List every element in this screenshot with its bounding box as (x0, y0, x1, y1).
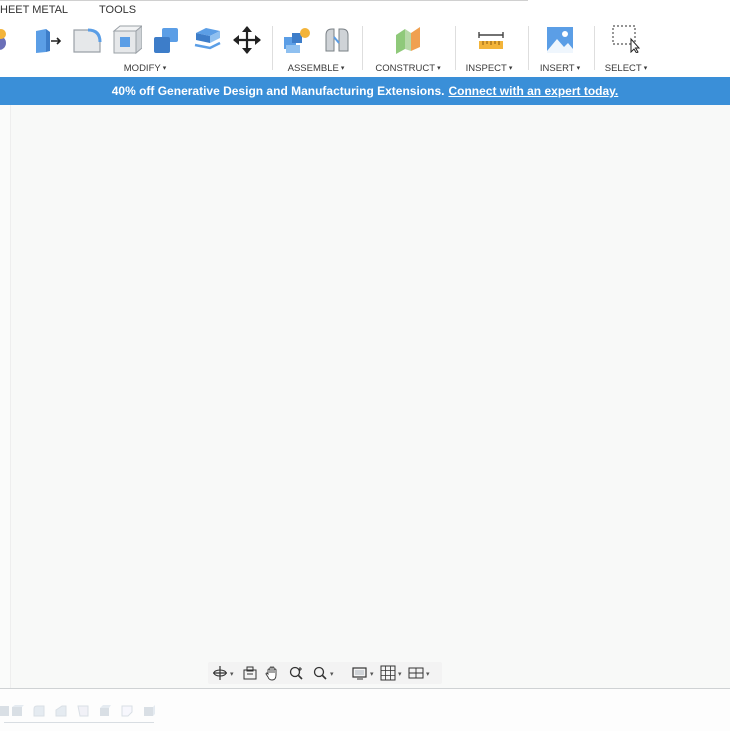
tab-tools[interactable]: TOOLS (99, 4, 136, 16)
timeline-go-to-end-icon[interactable] (76, 704, 90, 718)
insert-menu[interactable]: INSERT ▾ (540, 63, 580, 74)
timeline-step-back-icon[interactable] (10, 704, 24, 718)
timeline-feature-body-icon[interactable] (142, 704, 156, 718)
fillet-icon[interactable] (72, 25, 102, 55)
design-canvas[interactable] (0, 105, 730, 688)
ribbon-tabs: HEET METAL TOOLS (0, 0, 730, 20)
promo-text: 40% off Generative Design and Manufactur… (111, 84, 445, 98)
combine-icon[interactable] (152, 25, 182, 55)
timeline-play-icon[interactable] (32, 704, 46, 718)
window-select-icon[interactable] (610, 23, 640, 53)
joint-icon[interactable] (322, 25, 352, 55)
promo-banner: 40% off Generative Design and Manufactur… (0, 77, 730, 105)
measure-icon[interactable] (476, 25, 506, 55)
display-dropdown-caret[interactable]: ▾ (370, 670, 374, 678)
offset-plane-icon[interactable] (393, 25, 423, 55)
inspect-menu[interactable]: INSPECT ▾ (466, 63, 513, 74)
navigation-bar: ▾ ▾ ▾ ▾ ▾ (208, 662, 442, 684)
modify-menu[interactable]: MODIFY ▾ (124, 63, 166, 74)
tab-sheet-metal[interactable]: HEET METAL (0, 4, 68, 16)
viewports-dropdown-caret[interactable]: ▾ (426, 670, 430, 678)
zoom-window-icon[interactable] (312, 665, 328, 681)
timeline-step-forward-icon[interactable] (54, 704, 68, 718)
toolbar-separator (594, 26, 595, 70)
select-menu[interactable]: SELECT ▾ (605, 63, 647, 74)
grid-dropdown-caret[interactable]: ▾ (398, 670, 402, 678)
timeline-go-to-start-icon[interactable] (0, 704, 10, 718)
move-icon[interactable] (232, 25, 262, 55)
look-at-icon[interactable] (242, 665, 258, 681)
toolbar-separator (528, 26, 529, 70)
grid-snaps-icon[interactable] (380, 665, 396, 681)
timeline-feature-sketch-icon[interactable] (120, 704, 134, 718)
display-settings-icon[interactable] (352, 665, 368, 681)
toolbar-separator (272, 26, 273, 70)
orbit-icon[interactable] (212, 665, 228, 681)
toolbar-separator (455, 26, 456, 70)
viewports-icon[interactable] (408, 665, 424, 681)
assemble-menu[interactable]: ASSEMBLE ▾ (288, 63, 345, 74)
zoom-icon[interactable] (288, 665, 304, 681)
construct-menu[interactable]: CONSTRUCT ▾ (375, 63, 440, 74)
shell-icon[interactable] (112, 25, 142, 55)
tab-divider (0, 0, 528, 1)
replace-face-icon[interactable] (192, 25, 222, 55)
pan-icon[interactable] (264, 665, 280, 681)
new-component-icon[interactable] (282, 25, 312, 55)
insert-image-icon[interactable] (545, 25, 575, 55)
timeline-track[interactable] (4, 722, 154, 723)
create-form-icon[interactable] (0, 25, 14, 55)
browser-panel-edge (0, 105, 11, 688)
promo-link[interactable]: Connect with an expert today. (448, 84, 618, 98)
zoom-dropdown-caret[interactable]: ▾ (330, 670, 334, 678)
timeline-feature-extrude-icon[interactable] (98, 704, 112, 718)
orbit-dropdown-caret[interactable]: ▾ (230, 670, 234, 678)
toolbar: MODIFY ▾ ASSEMBLE ▾ CONSTRUCT ▾ INSPECT ▾ IN… (0, 20, 730, 76)
press-pull-icon[interactable] (32, 25, 62, 55)
timeline (0, 688, 730, 731)
toolbar-separator (362, 26, 363, 70)
